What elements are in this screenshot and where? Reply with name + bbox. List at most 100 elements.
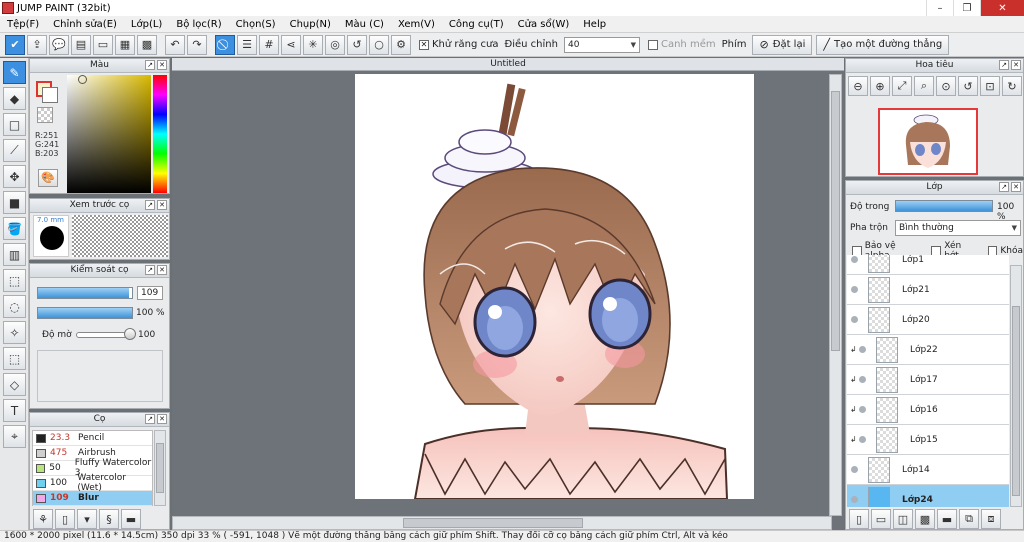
layer-visibility-icon[interactable] [851, 496, 858, 503]
merge-layer-icon[interactable]: ⧈ [981, 509, 1001, 529]
document-tab[interactable]: Untitled [172, 58, 844, 71]
magic-wand-tool-icon[interactable]: ✧ [3, 321, 26, 344]
grid-icon[interactable]: ▩ [137, 34, 157, 55]
close-button[interactable]: ✕ [980, 0, 1024, 16]
ruler-off-icon[interactable]: ⃠ [215, 34, 235, 55]
layer-row-clipped[interactable]: ↲ Lớp15 [847, 425, 1009, 455]
layer-list-scroll-thumb[interactable] [1012, 306, 1020, 496]
menu-filter[interactable]: Bộ lọc(R) [169, 19, 228, 30]
layer-row-clipped[interactable]: ↲ Lớp16 [847, 395, 1009, 425]
menu-file[interactable]: Tệp(F) [0, 19, 46, 30]
line-tool-icon[interactable]: ⟋ [3, 139, 26, 162]
layer-visibility-icon[interactable] [851, 256, 858, 263]
secondary-color-swatch[interactable] [42, 87, 58, 103]
float-icon[interactable]: ↗ [145, 60, 155, 70]
rotate-left-icon[interactable]: ↺ [958, 76, 978, 96]
menu-window[interactable]: Cửa sổ(W) [511, 19, 577, 30]
layer-visibility-icon[interactable] [859, 436, 866, 443]
navigator-preview[interactable] [878, 108, 978, 175]
brush-size-slider[interactable] [37, 287, 133, 299]
move-tool-icon[interactable]: ✥ [3, 165, 26, 188]
new-folder-icon[interactable]: ▬ [937, 509, 957, 529]
brush-item-selected[interactable]: 109 Blur [33, 491, 152, 506]
layer-visibility-icon[interactable] [859, 406, 866, 413]
text-tool-icon[interactable]: T [3, 399, 26, 422]
select-rect-tool-icon[interactable]: ⬚ [3, 269, 26, 292]
grid-ruler-icon[interactable]: # [259, 34, 279, 55]
close-icon[interactable]: ✕ [1011, 60, 1021, 70]
canvas-horizontal-scrollbar[interactable] [172, 516, 832, 530]
reset-button[interactable]: ⊘ Đặt lại [752, 34, 813, 55]
actual-size-icon[interactable]: ⊙ [936, 76, 956, 96]
palette-icon[interactable]: 🎨 [38, 169, 58, 187]
speech-bubble-icon[interactable]: 💬 [49, 34, 69, 55]
undo-icon[interactable]: ↶ [165, 34, 185, 55]
layer-visibility-icon[interactable] [851, 466, 858, 473]
fit-screen-icon[interactable]: ⤢ [892, 76, 912, 96]
menu-view[interactable]: Xem(V) [391, 19, 442, 30]
drawing-canvas[interactable] [355, 74, 754, 499]
new-brush-icon[interactable]: ▯ [55, 509, 75, 529]
canvas-horizontal-scroll-thumb[interactable] [403, 518, 583, 528]
select-pen-tool-icon[interactable]: ⬚ [3, 347, 26, 370]
brush-item[interactable]: 100 Watercolor (Wet) [33, 473, 152, 493]
brush-script-icon[interactable]: § [99, 509, 119, 529]
restore-button[interactable]: ❐ [953, 0, 980, 16]
menu-capture[interactable]: Chụp(N) [283, 19, 338, 30]
brush-density-slider[interactable] [37, 307, 133, 319]
layer-row[interactable]: Lớp21 [847, 275, 1009, 305]
float-icon[interactable]: ↗ [145, 200, 155, 210]
layer-opacity-slider[interactable] [895, 200, 993, 212]
canvas-vertical-scroll-thumb[interactable] [831, 91, 840, 351]
menu-select[interactable]: Chọn(S) [229, 19, 283, 30]
canvas-vertical-scrollbar[interactable] [829, 74, 842, 516]
brush-menu-icon[interactable]: ▾ [77, 509, 97, 529]
minimize-button[interactable]: – [926, 0, 953, 16]
hue-slider[interactable] [153, 75, 167, 193]
float-icon[interactable]: ↗ [999, 60, 1009, 70]
opacity-slider-knob[interactable] [124, 328, 136, 340]
lasso-tool-icon[interactable]: ◌ [3, 295, 26, 318]
rectangle-tool-icon[interactable]: □ [3, 113, 26, 136]
brush-folder-icon[interactable]: ▬ [121, 509, 141, 529]
layer-visibility-icon[interactable] [851, 286, 858, 293]
close-icon[interactable]: ✕ [157, 265, 167, 275]
pen-tool-icon[interactable]: ✎ [3, 61, 26, 84]
brush-list-scroll-thumb[interactable] [156, 443, 164, 493]
zoom-search-icon[interactable]: ⌕ [914, 76, 934, 96]
new-raster-layer-icon[interactable]: ▭ [871, 509, 891, 529]
brush-item[interactable]: 23.3 Pencil [33, 431, 152, 446]
page-icon[interactable]: ▭ [93, 34, 113, 55]
color-field[interactable] [67, 75, 151, 193]
layer-row[interactable]: Lớp14 [847, 455, 1009, 485]
export-icon[interactable]: ⇪ [27, 34, 47, 55]
edge-soft-checkbox[interactable] [647, 39, 658, 50]
layer-list-scrollbar[interactable] [1010, 265, 1022, 507]
curve-icon[interactable]: ↺ [347, 34, 367, 55]
bucket-tool-icon[interactable]: 🪣 [3, 217, 26, 240]
float-icon[interactable]: ↗ [145, 414, 155, 424]
float-icon[interactable]: ↗ [999, 182, 1009, 192]
gradient-tool-icon[interactable]: ▥ [3, 243, 26, 266]
close-icon[interactable]: ✕ [1011, 182, 1021, 192]
brush-settings-icon[interactable]: ⚘ [33, 509, 53, 529]
new-layer-8bit-icon[interactable]: ◫ [893, 509, 913, 529]
antialias-checkbox[interactable]: ✕ [419, 39, 429, 50]
transparent-color-swatch[interactable] [37, 107, 53, 123]
layer-visibility-icon[interactable] [859, 346, 866, 353]
layer-row[interactable]: Lớp1 [847, 255, 1009, 275]
brush-list-scrollbar[interactable] [154, 430, 166, 506]
float-icon[interactable]: ↗ [145, 265, 155, 275]
fill-rect-tool-icon[interactable]: ■ [3, 191, 26, 214]
rotate-reset-icon[interactable]: ⊡ [980, 76, 1000, 96]
eyedropper-tool-icon[interactable]: ⌖ [3, 425, 26, 448]
close-icon[interactable]: ✕ [157, 200, 167, 210]
menu-layer[interactable]: Lớp(L) [124, 19, 169, 30]
redo-icon[interactable]: ↷ [187, 34, 207, 55]
perspective-icon[interactable]: ⋖ [281, 34, 301, 55]
adjust-select[interactable]: 40 ▼ [563, 36, 640, 53]
check-icon[interactable]: ✔ [5, 34, 25, 55]
close-icon[interactable]: ✕ [157, 60, 167, 70]
eraser-tool-icon[interactable]: ◆ [3, 87, 26, 110]
gear-icon[interactable]: ⚙ [391, 34, 411, 55]
